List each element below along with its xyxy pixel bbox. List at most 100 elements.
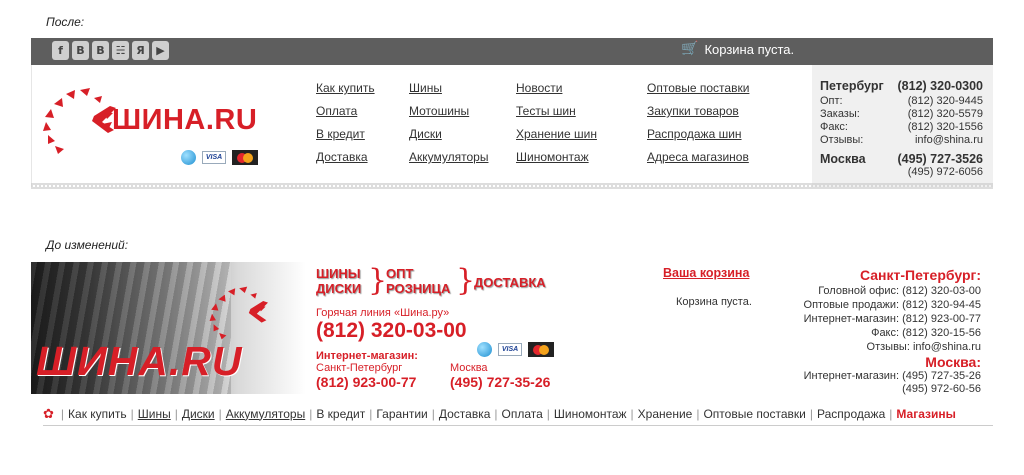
mastercard-icon — [528, 342, 554, 357]
nav-item[interactable]: Гарантии — [376, 407, 427, 421]
eshop-label: Интернет-магазин: — [316, 350, 418, 362]
wheel-mini-icon: ✿ — [43, 405, 54, 421]
menu-link[interactable]: Закупки товаров — [647, 104, 749, 127]
nav-item[interactable]: Шиномонтаж — [554, 407, 627, 421]
facebook-icon[interactable]: f — [52, 41, 69, 60]
menu-link[interactable]: Шиномонтаж — [516, 150, 597, 173]
slogan-disks: ДИСКИ — [316, 281, 362, 296]
main-nav-old: ✿ | Как купить | Шины | Диски | Аккумуляторы | В … — [43, 402, 993, 426]
contact-value[interactable]: info@shina.ru — [915, 134, 983, 146]
cart-status[interactable]: 🛒 Корзина пуста. — [681, 41, 794, 57]
msk-city: Москва — [450, 362, 488, 374]
msk-title: Москва: — [925, 354, 981, 370]
nav-item[interactable]: Оплата — [502, 407, 543, 421]
contact-label: Факс: — [820, 121, 848, 133]
contact-value: (812) 320-9445 — [907, 95, 983, 107]
menu-column-2: Шины Мотошины Диски Аккумуляторы — [409, 81, 488, 173]
nav-separator: | — [369, 406, 373, 421]
spb-phone: (812) 320-0300 — [897, 79, 983, 93]
cart-text: Корзина пуста. — [704, 41, 795, 57]
spb-contact-line: Интернет-магазин: (812) 923-00-77 — [803, 313, 981, 325]
youtube-icon[interactable]: ▶ — [152, 41, 169, 60]
rss-icon[interactable]: ☵ — [112, 41, 129, 60]
nav-item[interactable]: Хранение — [638, 407, 693, 421]
contact-label: Опт: — [820, 95, 843, 107]
msk-eshop-phone: (495) 727-35-26 — [450, 374, 551, 390]
visa-icon: VISA — [202, 151, 226, 164]
nav-separator: | — [130, 406, 134, 421]
spb-contact-line: Оптовые продажи: (812) 320-94-45 — [803, 299, 981, 311]
spb-title: Санкт-Петербург: — [859, 267, 981, 283]
brace-2: } — [456, 263, 476, 298]
slogan-opt: ОПТ — [386, 266, 414, 281]
nav-item[interactable]: Доставка — [439, 407, 491, 421]
menu-link[interactable]: В кредит — [316, 127, 375, 150]
menu-link[interactable]: Мотошины — [409, 104, 488, 127]
visa-icon: VISA — [498, 343, 522, 356]
menu-column-3: Новости Тесты шин Хранение шин Шиномонтаж — [516, 81, 597, 173]
nav-separator: | — [174, 406, 178, 421]
menu-link[interactable]: Диски — [409, 127, 488, 150]
nav-item[interactable]: Аккумуляторы — [226, 407, 305, 421]
menu-link[interactable]: Как купить — [316, 81, 375, 104]
before-caption: До изменений: — [46, 238, 129, 252]
msk-phone-2: (495) 972-6056 — [907, 166, 983, 178]
nav-separator: | — [696, 406, 700, 421]
contact-value: (812) 320-5579 — [907, 108, 983, 120]
msk-contact-line: Интернет-магазин: (495) 727-35-26 — [803, 370, 981, 382]
cart-link[interactable]: Ваша корзина — [663, 266, 749, 280]
top-bar — [31, 38, 993, 65]
vk-b-icon[interactable]: B — [92, 41, 109, 60]
contact-value: (812) 320-1556 — [907, 121, 983, 133]
nav-item[interactable]: Как купить — [68, 407, 127, 421]
after-caption: После: — [46, 15, 85, 29]
contact-label: Заказы: — [820, 108, 860, 120]
spb-contact-line: Отзывы: info@shina.ru — [866, 341, 981, 353]
menu-link[interactable]: Новости — [516, 81, 597, 104]
brand-logo-old[interactable]: ШИНА.RU — [36, 338, 242, 385]
webmoney-icon — [181, 150, 196, 165]
cart-status-old: Корзина пуста. — [676, 296, 752, 308]
menu-column-4: Оптовые поставки Закупки товаров Распродаж… — [647, 81, 749, 173]
hotline-phone: (812) 320-03-00 — [316, 319, 467, 342]
vkontakte-icon[interactable]: В — [72, 41, 89, 60]
webmoney-icon — [477, 342, 492, 357]
nav-item[interactable]: Диски — [182, 407, 215, 421]
msk-contact-line: (495) 972-60-56 — [902, 383, 981, 395]
nav-separator: | — [218, 406, 222, 421]
slogan-delivery: ДОСТАВКА — [474, 275, 546, 290]
menu-link[interactable]: Адреса магазинов — [647, 150, 749, 173]
menu-link[interactable]: Аккумуляторы — [409, 150, 488, 173]
spb-contact-line: Факс: (812) 320-15-56 — [871, 327, 981, 339]
menu-link[interactable]: Хранение шин — [516, 127, 597, 150]
nav-separator: | — [431, 406, 435, 421]
hotline-label: Горячая линия «Шина.ру» — [316, 307, 450, 319]
nav-separator: | — [630, 406, 634, 421]
spb-eshop-phone: (812) 923-00-77 — [316, 374, 417, 390]
brand-logo[interactable]: ШИНА.RU — [112, 104, 257, 137]
nav-separator: | — [60, 406, 65, 421]
dotted-divider — [31, 183, 993, 189]
payment-methods-old: VISA — [477, 342, 554, 357]
nav-separator: | — [494, 406, 498, 421]
nav-separator: | — [889, 406, 893, 421]
msk-phone: (495) 727-3526 — [897, 152, 983, 166]
menu-link[interactable]: Шины — [409, 81, 488, 104]
social-links: f В B ☵ Я ▶ — [52, 41, 169, 60]
menu-link[interactable]: Распродажа шин — [647, 127, 749, 150]
nav-item[interactable]: Оптовые поставки — [703, 407, 805, 421]
nav-separator: | — [309, 406, 313, 421]
payment-methods: VISA — [181, 150, 258, 165]
brace-1: } — [368, 263, 388, 298]
menu-link[interactable]: Тесты шин — [516, 104, 597, 127]
msk-label: Москва — [820, 152, 866, 166]
nav-item[interactable]: Магазины — [896, 407, 955, 421]
yandex-icon[interactable]: Я — [132, 41, 149, 60]
spb-contact-line: Головной офис: (812) 320-03-00 — [818, 285, 981, 297]
nav-item[interactable]: В кредит — [316, 407, 365, 421]
nav-item[interactable]: Распродажа — [817, 407, 885, 421]
menu-link[interactable]: Оптовые поставки — [647, 81, 749, 104]
menu-link[interactable]: Доставка — [316, 150, 375, 173]
nav-item[interactable]: Шины — [138, 407, 171, 421]
menu-link[interactable]: Оплата — [316, 104, 375, 127]
